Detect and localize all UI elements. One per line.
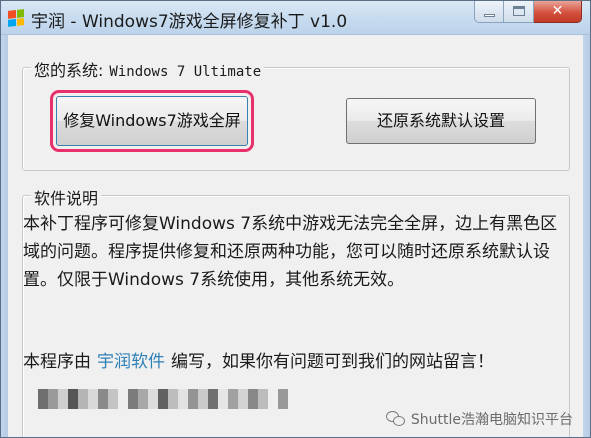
window-title: 宇润 - Windows7游戏全屏修复补丁 v1.0 xyxy=(31,12,348,32)
app-window: 宇润 - Windows7游戏全屏修复补丁 v1.0 ✕ 您的系统: Window… xyxy=(0,0,591,438)
frame-border-left xyxy=(1,35,8,437)
client-area: 您的系统: Windows 7 Ultimate 修复Windows7游戏全屏 还… xyxy=(8,35,583,437)
credit-line: 本程序由 宇润软件 编写，如果你有问题可到我们的网站留言！ xyxy=(23,347,494,372)
fix-fullscreen-button[interactable]: 修复Windows7游戏全屏 xyxy=(50,90,254,152)
mosaic-cell xyxy=(208,389,218,409)
mosaic-cell xyxy=(158,389,168,409)
mosaic-cell xyxy=(98,389,108,409)
mosaic-cell xyxy=(58,389,68,409)
title-bar[interactable]: 宇润 - Windows7游戏全屏修复补丁 v1.0 ✕ xyxy=(1,1,590,35)
close-button[interactable]: ✕ xyxy=(534,1,582,23)
mosaic-cell xyxy=(258,389,268,409)
restore-defaults-button[interactable]: 还原系统默认设置 xyxy=(346,98,536,144)
mosaic-cell xyxy=(198,389,208,409)
minimize-icon xyxy=(484,14,495,17)
maximize-icon xyxy=(513,6,525,16)
watermark: Shuttle浩瀚电脑知识平台 xyxy=(385,409,573,429)
mosaic-cell xyxy=(38,389,48,409)
system-groupbox: 您的系统: Windows 7 Ultimate 修复Windows7游戏全屏 还… xyxy=(22,57,570,171)
caption-buttons: ✕ xyxy=(474,1,582,23)
mosaic-cell xyxy=(268,389,278,409)
description-body: 本补丁程序可修复Windows 7系统中游戏无法完全全屏，边上有黑色区域的问题。… xyxy=(23,214,558,290)
mosaic-cell xyxy=(78,389,88,409)
mosaic-cell xyxy=(188,389,198,409)
mosaic-cell xyxy=(88,389,98,409)
mosaic-cell xyxy=(278,389,288,409)
credit-prefix: 本程序由 xyxy=(23,352,91,372)
system-value: Windows 7 Ultimate xyxy=(109,64,262,80)
maximize-button[interactable] xyxy=(504,1,534,23)
mosaic-cell xyxy=(138,389,148,409)
credit-suffix: 编写，如果你有问题可到我们的网站留言！ xyxy=(171,352,494,372)
mosaic-cell xyxy=(48,389,58,409)
developer-link[interactable]: 宇润软件 xyxy=(97,352,165,372)
close-icon: ✕ xyxy=(551,3,564,19)
mosaic-cell xyxy=(178,389,188,409)
mosaic-cell xyxy=(128,389,138,409)
description-groupbox: 软件说明 本补丁程序可修复Windows 7系统中游戏无法完全全屏，边上有黑色区… xyxy=(22,185,570,437)
system-label: 您的系统: xyxy=(34,61,104,80)
frame-border-right xyxy=(583,35,590,437)
mosaic-cell xyxy=(108,389,118,409)
mosaic-cell xyxy=(68,389,78,409)
windows-logo-icon xyxy=(8,9,24,27)
mosaic-cell xyxy=(168,389,178,409)
mosaic-cell xyxy=(248,389,258,409)
mosaic-cell xyxy=(118,389,128,409)
mosaic-cell xyxy=(218,389,228,409)
pixelated-url xyxy=(38,389,288,409)
description-title: 软件说明 xyxy=(31,185,102,209)
mosaic-cell xyxy=(148,389,158,409)
wechat-icon xyxy=(385,411,406,427)
minimize-button[interactable] xyxy=(474,1,504,23)
system-info: 您的系统: Windows 7 Ultimate xyxy=(31,57,265,81)
mosaic-cell xyxy=(228,389,238,409)
watermark-text: Shuttle浩瀚电脑知识平台 xyxy=(410,412,573,428)
mosaic-cell xyxy=(238,389,248,409)
